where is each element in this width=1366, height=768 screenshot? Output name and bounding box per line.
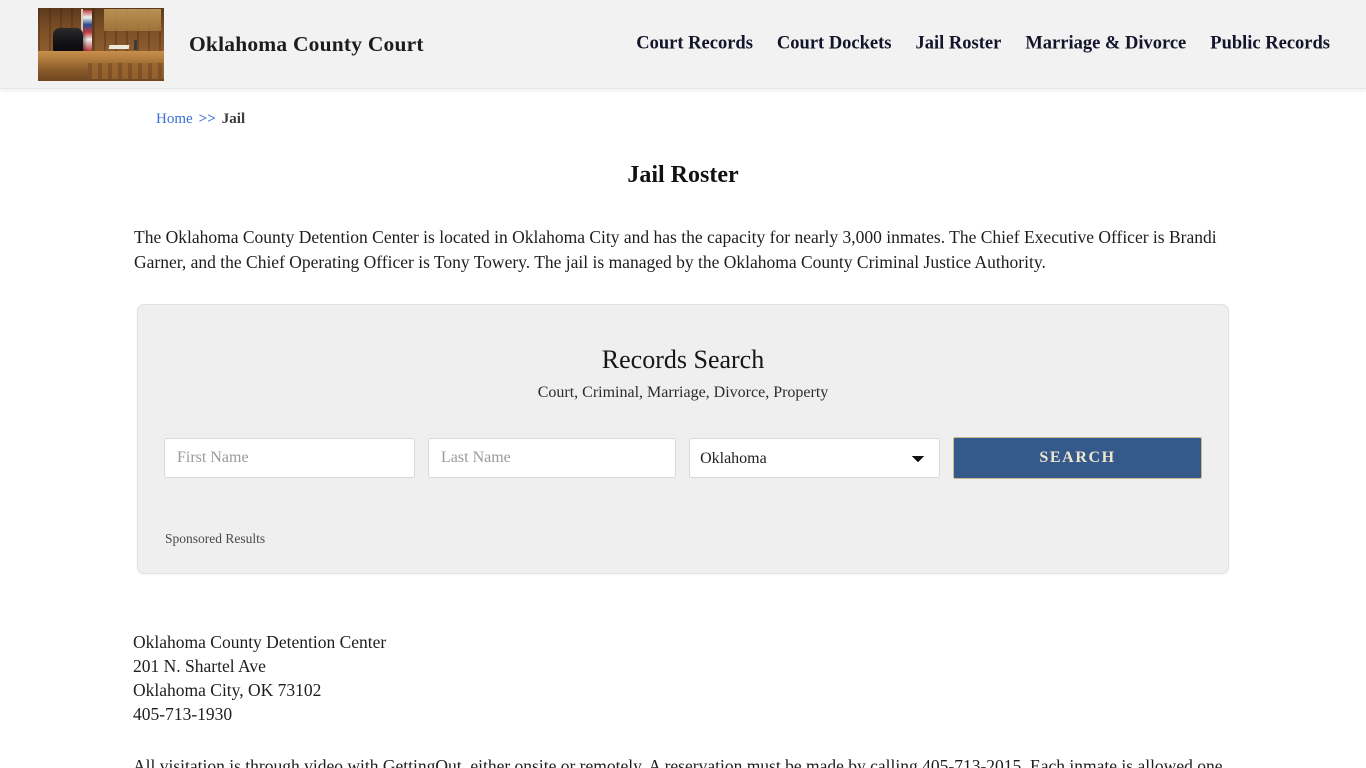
intro-paragraph: The Oklahoma County Detention Center is … [134, 227, 1217, 272]
logo-microphone-icon [133, 40, 137, 50]
courtroom-logo-icon [38, 7, 164, 81]
records-search-heading: Records Search [601, 345, 765, 374]
search-button[interactable]: SEARCH [953, 437, 1202, 479]
page-title: Jail Roster [627, 162, 739, 188]
judge-chair-icon [53, 27, 84, 53]
breadcrumb-home-link[interactable]: Home [156, 111, 193, 127]
breadcrumb: Home >> Jail [0, 89, 1366, 128]
state-select[interactable]: Oklahoma [689, 438, 941, 478]
logo-upper-panel [103, 8, 162, 31]
facility-address: Oklahoma County Detention Center 201 N. … [133, 630, 1233, 726]
site-brand-title: Oklahoma County Court [189, 31, 424, 56]
nav-item-public-records[interactable]: Public Records [1198, 34, 1342, 55]
records-search-form: Oklahoma SEARCH [164, 437, 1202, 479]
nav-item-court-dockets[interactable]: Court Dockets [765, 34, 904, 55]
records-search-panel: Records Search Court, Criminal, Marriage… [137, 304, 1229, 574]
page-content: Home >> Jail Jail Roster The Oklahoma Coun… [0, 89, 1366, 768]
address-line-street: 201 N. Shartel Ave [133, 656, 266, 676]
breadcrumb-separator: >> [198, 111, 216, 127]
address-line-name: Oklahoma County Detention Center [133, 632, 387, 652]
nav-item-jail-roster[interactable]: Jail Roster [904, 34, 1014, 55]
american-flag-icon [83, 10, 93, 52]
first-name-input[interactable] [164, 438, 416, 478]
address-line-phone: 405-713-1930 [133, 704, 233, 724]
brand[interactable]: Oklahoma County Court [38, 7, 424, 81]
logo-papers [108, 45, 130, 50]
last-name-input[interactable] [428, 438, 677, 478]
breadcrumb-current: Jail [221, 111, 246, 127]
address-line-city: Oklahoma City, OK 73102 [133, 680, 322, 700]
sponsored-results-label: Sponsored Results [165, 531, 266, 546]
site-header: Oklahoma County Court Court Records Cour… [0, 0, 1366, 89]
logo-bench-detail [88, 63, 164, 80]
main-navigation: Court Records Court Dockets Jail Roster … [624, 34, 1342, 55]
nav-item-marriage-divorce[interactable]: Marriage & Divorce [1013, 34, 1198, 55]
visitation-paragraph: All visitation is through video with Get… [133, 756, 1223, 768]
records-search-subheading: Court, Criminal, Marriage, Divorce, Prop… [537, 384, 829, 401]
nav-item-court-records[interactable]: Court Records [624, 34, 765, 55]
